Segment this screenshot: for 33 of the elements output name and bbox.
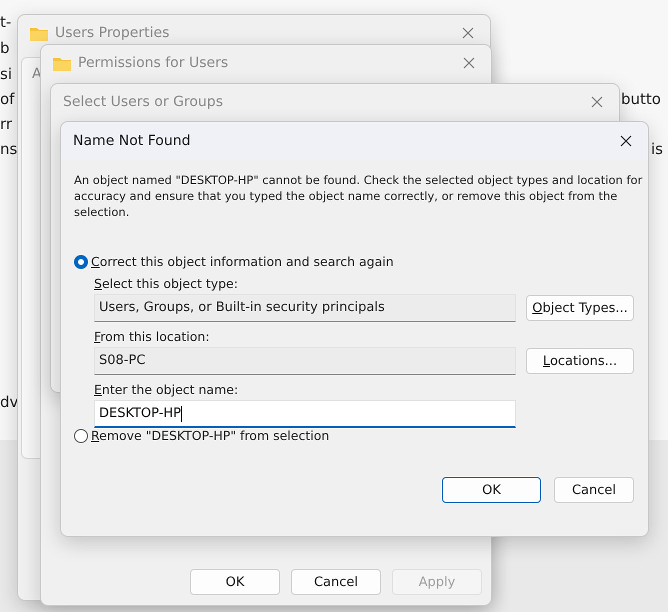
field-label: Select this object type: [94,276,238,291]
dialog-button[interactable]: Locations... [526,348,634,374]
dialog-button[interactable]: OK [442,477,541,503]
radio-button[interactable] [74,428,88,442]
error-message: An object named "DESKTOP-HP" cannot be found. Check the selected object types and location for accuracy and ensure that you typed the object name correctly, or remove this object from the selection. [74,172,644,220]
window-title: Users Properties [55,25,170,41]
folder-icon [53,56,71,70]
background-text: is [651,139,663,159]
field-label: Enter the object name: [94,382,238,397]
dialog-button[interactable]: OK [190,569,280,595]
folder-icon [30,26,48,40]
background-text: ns [0,139,18,159]
background-text: butto [621,89,661,109]
close-icon[interactable] [620,135,632,147]
background-text: t- [0,12,12,32]
background-text: b [0,38,10,58]
field-label: From this location: [94,329,210,344]
dialog-button[interactable]: Cancel [554,477,634,503]
background-text: of [0,89,14,109]
background-text: dv [0,392,18,412]
readonly-field: Users, Groups, or Built-in security principals [94,294,516,322]
window-title: Permissions for Users [78,55,230,71]
background-text: rr [0,114,12,134]
option-label[interactable]: Correct this object information and search again [91,254,394,269]
window-title: Select Users or Groups [63,94,224,110]
background-text: si [0,64,12,84]
readonly-field: S08-PC [94,347,516,375]
radio-button[interactable] [74,254,88,268]
dialog-button[interactable]: Object Types... [526,295,634,321]
input-field[interactable]: DESKTOP-HP [94,400,516,428]
dialog-button[interactable]: Cancel [291,569,381,595]
option-label[interactable]: Remove "DESKTOP-HP" from selection [91,428,330,443]
window-title: Name Not Found [73,133,192,149]
